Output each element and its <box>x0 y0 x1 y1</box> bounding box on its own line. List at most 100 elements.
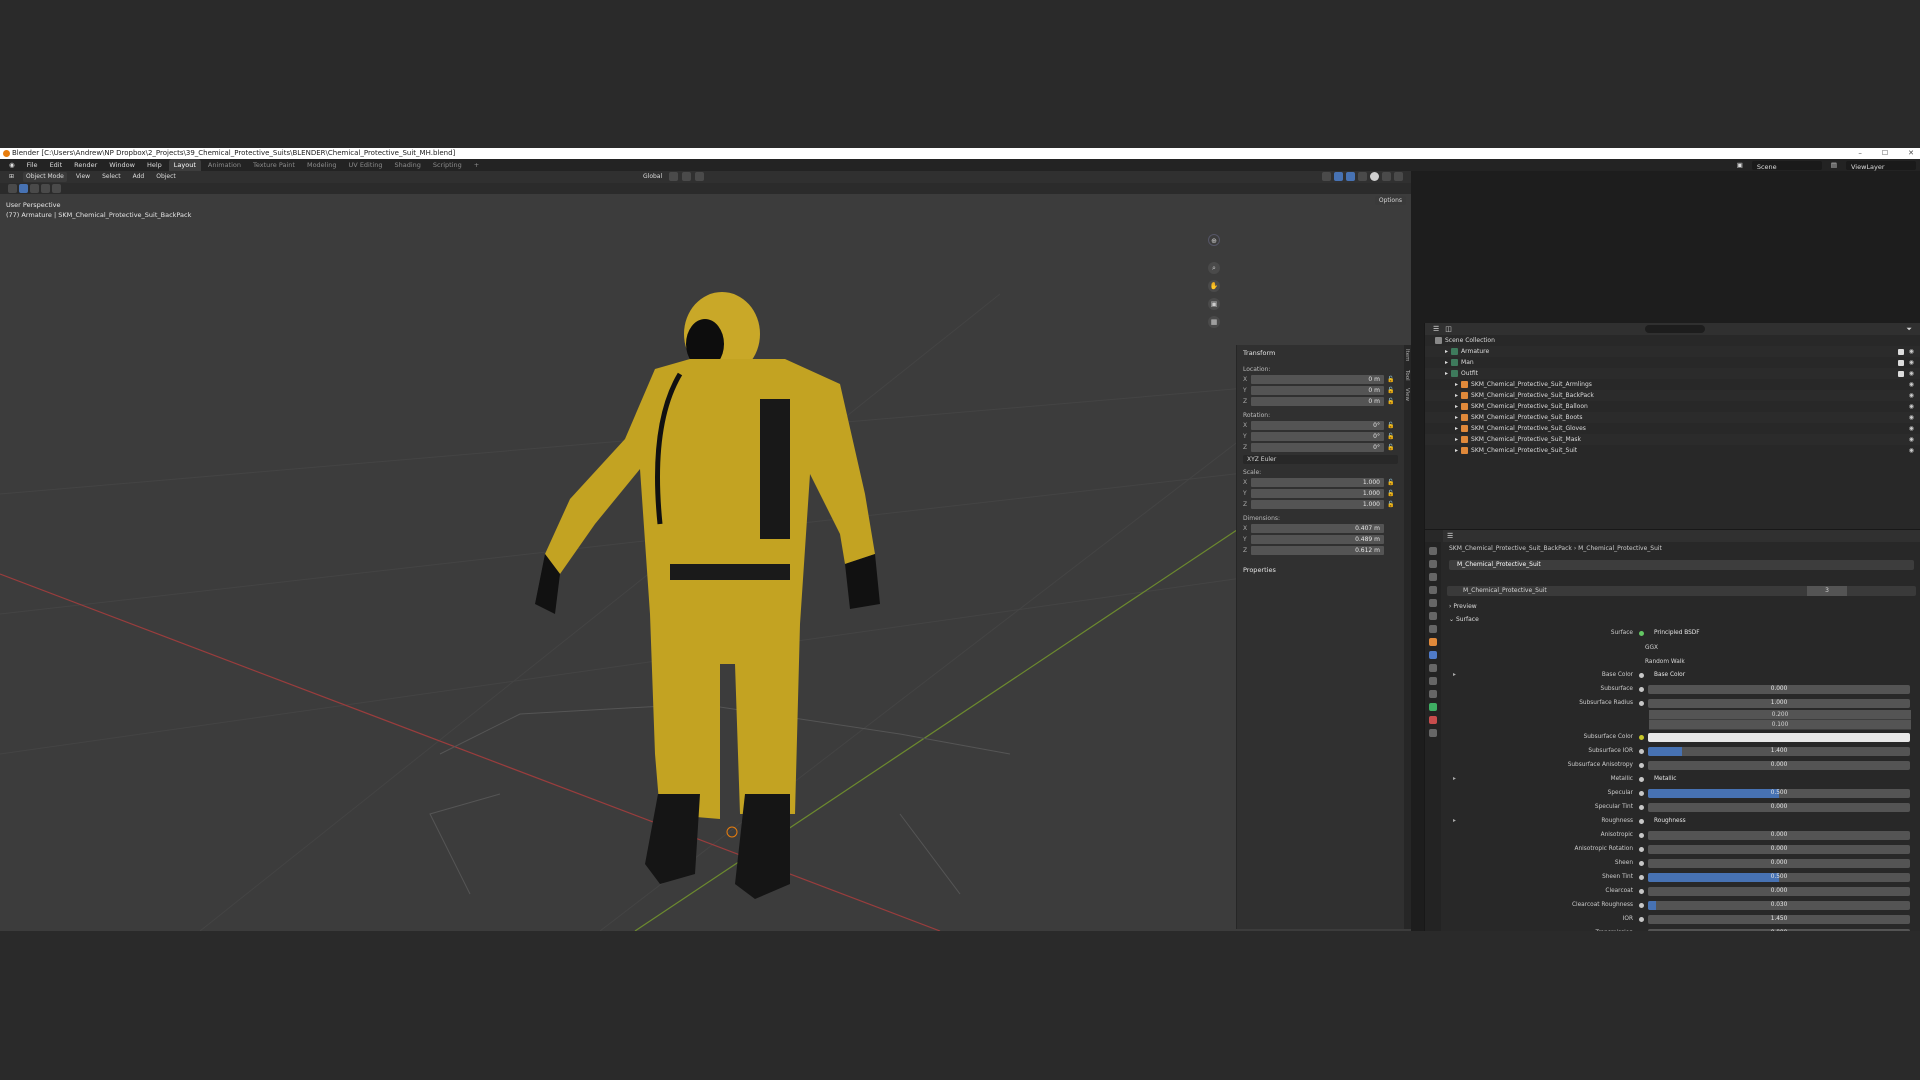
menu-file[interactable]: File <box>22 159 43 171</box>
roughness-field[interactable]: Roughness <box>1648 816 1910 826</box>
proportional-edit-icon[interactable] <box>695 172 705 181</box>
view-layer-field[interactable]: ViewLayer <box>1846 160 1916 171</box>
dimensions-y-field[interactable]: 0.489 m <box>1251 535 1384 544</box>
lock-icon[interactable]: 🔓 <box>1384 376 1398 383</box>
tab-uv-editing[interactable]: UV Editing <box>344 159 388 171</box>
subsurface-radius-field[interactable]: 1.000 <box>1648 698 1910 708</box>
outliner-row[interactable]: ▸ Outfit ◉ <box>1425 368 1920 379</box>
shading-material-icon[interactable] <box>1382 172 1391 181</box>
subsurface-color-field[interactable] <box>1648 732 1910 742</box>
metallic-field[interactable]: Metallic <box>1648 774 1910 784</box>
dimensions-y-row[interactable]: Y 0.489 m <box>1237 534 1404 545</box>
disclosure-triangle-icon[interactable]: ▸ <box>1455 412 1458 423</box>
dimensions-z-field[interactable]: 0.612 m <box>1251 546 1384 555</box>
socket-icon[interactable] <box>1639 874 1644 880</box>
scene-field[interactable]: Scene <box>1751 160 1822 171</box>
disclosure-triangle-icon[interactable]: ▸ <box>1445 368 1448 379</box>
outliner-row[interactable]: ▸ SKM_Chemical_Protective_Suit_Gloves ◉ <box>1425 423 1920 434</box>
tab-layout[interactable]: Layout <box>168 159 201 171</box>
outliner-row[interactable]: ▸ Man ◉ <box>1425 357 1920 368</box>
pan-hand-icon[interactable]: ✋ <box>1208 280 1220 292</box>
menu-help[interactable]: Help <box>142 159 167 171</box>
socket-icon[interactable] <box>1639 818 1644 824</box>
eye-icon[interactable]: ◉ <box>1909 346 1914 357</box>
outliner-search-input[interactable] <box>1645 325 1705 333</box>
outliner-row[interactable]: ▸ SKM_Chemical_Protective_Suit_BackPack ◉ <box>1425 390 1920 401</box>
close-icon[interactable]: ✕ <box>1908 148 1914 159</box>
options-dropdown[interactable]: Options <box>1374 196 1406 205</box>
lock-icon[interactable]: 🔓 <box>1384 444 1398 451</box>
select-box-icon[interactable] <box>19 184 28 193</box>
lock-icon[interactable]: 🔓 <box>1384 422 1398 429</box>
location-z-field[interactable]: 0 m <box>1251 397 1384 406</box>
view-layer-tab-icon[interactable] <box>1429 586 1437 594</box>
base-color-field[interactable]: Base Color <box>1648 670 1910 680</box>
texture-tab-icon[interactable] <box>1429 729 1437 737</box>
socket-icon[interactable] <box>1639 686 1644 692</box>
filter-icon[interactable]: ⏷ <box>1906 325 1912 334</box>
gizmo-icon[interactable] <box>1334 172 1343 181</box>
outliner-row[interactable]: ▸ SKM_Chemical_Protective_Suit_Boots ◉ <box>1425 412 1920 423</box>
properties-editor-icon[interactable]: ☰ <box>1447 532 1453 540</box>
socket-icon[interactable] <box>1639 902 1644 908</box>
tab-shading[interactable]: Shading <box>389 159 425 171</box>
select-extend-icon[interactable] <box>30 184 39 193</box>
disclosure-triangle-icon[interactable]: ▸ <box>1455 434 1458 445</box>
select-tool-icon[interactable] <box>8 184 17 193</box>
subsurface-radius-component[interactable]: 0.100 <box>1649 720 1911 730</box>
scale-y-row[interactable]: Y 1.000 🔓 <box>1237 488 1404 499</box>
outliner-row[interactable]: ▸ SKM_Chemical_Protective_Suit_Balloon ◉ <box>1425 401 1920 412</box>
expand-icon[interactable]: ▸ <box>1453 672 1456 678</box>
anisotropic-rotation-field[interactable]: 0.000 <box>1648 844 1910 854</box>
axis-gizmo-icon[interactable]: ⊕ <box>1208 234 1220 246</box>
disclosure-triangle-icon[interactable]: ▸ <box>1445 357 1448 368</box>
tab-animation[interactable]: Animation <box>203 159 246 171</box>
object-mode-dropdown[interactable]: Object Mode <box>23 172 67 182</box>
render-tab-icon[interactable] <box>1429 560 1437 568</box>
include-checkbox[interactable] <box>1898 371 1904 377</box>
eye-icon[interactable]: ◉ <box>1909 357 1914 368</box>
socket-icon[interactable] <box>1639 832 1644 838</box>
scene-collection-row[interactable]: Scene Collection <box>1425 335 1920 346</box>
socket-icon[interactable] <box>1639 790 1644 796</box>
location-y-row[interactable]: Y0 m 🔓 <box>1237 385 1404 396</box>
data-tab-icon[interactable] <box>1429 703 1437 711</box>
socket-icon[interactable] <box>1639 846 1644 852</box>
menu-edit[interactable]: Edit <box>45 159 68 171</box>
disclosure-triangle-icon[interactable]: ▸ <box>1455 379 1458 390</box>
scene-tab-icon[interactable] <box>1429 599 1437 607</box>
maximize-icon[interactable]: ☐ <box>1882 148 1888 159</box>
eye-icon[interactable]: ◉ <box>1909 379 1914 390</box>
socket-icon[interactable] <box>1639 804 1644 810</box>
eye-icon[interactable]: ◉ <box>1909 401 1914 412</box>
transmission-field[interactable]: 0.000 <box>1648 928 1910 931</box>
dimensions-x-row[interactable]: X 0.407 m <box>1237 523 1404 534</box>
tab-scripting[interactable]: Scripting <box>428 159 467 171</box>
disclosure-triangle-icon[interactable]: ▸ <box>1455 423 1458 434</box>
rotation-mode-dropdown[interactable]: XYZ Euler <box>1243 455 1398 464</box>
specular-field[interactable]: 0.500 <box>1648 788 1910 798</box>
tab-modeling[interactable]: Modeling <box>302 159 342 171</box>
collection-tab-icon[interactable] <box>1429 625 1437 633</box>
particles-tab-icon[interactable] <box>1429 664 1437 672</box>
subsurface-anisotropy-field[interactable]: 0.000 <box>1648 760 1910 770</box>
minimize-icon[interactable]: – <box>1858 148 1862 159</box>
disclosure-triangle-icon[interactable]: ▸ <box>1455 445 1458 456</box>
tab-tool[interactable]: Tool <box>1404 366 1410 385</box>
visibility-icon[interactable] <box>1322 172 1331 181</box>
lock-icon[interactable]: 🔓 <box>1384 501 1398 508</box>
lock-icon[interactable]: 🔓 <box>1384 490 1398 497</box>
outliner-row[interactable]: ▸ SKM_Chemical_Protective_Suit_Armlings ◉ <box>1425 379 1920 390</box>
subsurface-field[interactable]: 0.000 <box>1648 684 1910 694</box>
include-checkbox[interactable] <box>1898 360 1904 366</box>
tab-view[interactable]: View <box>1404 384 1410 405</box>
menu-object[interactable]: Object <box>153 172 179 182</box>
eye-icon[interactable]: ◉ <box>1909 423 1914 434</box>
overlay-icon[interactable] <box>1346 172 1355 181</box>
tool-tab-icon[interactable] <box>1429 547 1437 555</box>
scale-z-row[interactable]: Z 1.000 🔓 <box>1237 499 1404 510</box>
eye-icon[interactable]: ◉ <box>1909 445 1914 456</box>
distribution-dropdown[interactable]: GGX <box>1639 643 1911 654</box>
modifier-tab-icon[interactable] <box>1429 651 1437 659</box>
menu-render[interactable]: Render <box>69 159 102 171</box>
